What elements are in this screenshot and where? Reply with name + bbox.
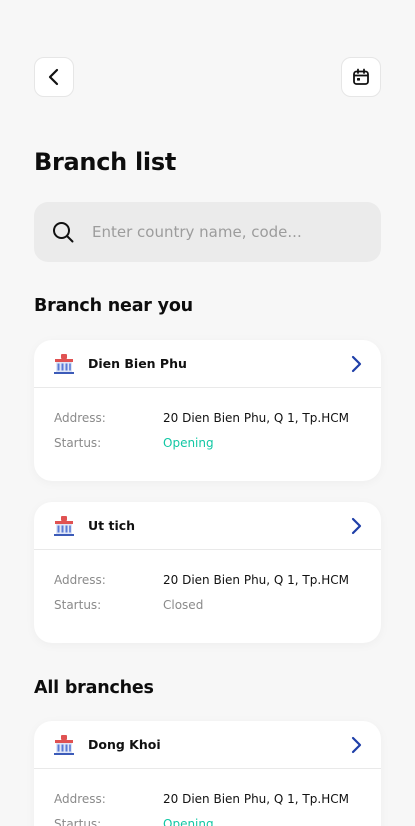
address-value: 20 Dien Bien Phu, Q 1, Tp.HCM xyxy=(163,792,349,807)
address-label: Address: xyxy=(54,792,106,807)
calendar-button[interactable] xyxy=(341,57,381,97)
bank-building-icon xyxy=(53,353,75,375)
page-title: Branch list xyxy=(34,148,176,176)
search-bar[interactable]: Enter country name, code... xyxy=(34,202,381,262)
branch-card[interactable]: Dong Khoi Address: 20 Dien Bien Phu, Q 1… xyxy=(34,721,381,826)
branch-name: Dien Bien Phu xyxy=(88,356,187,371)
chevron-right-icon[interactable] xyxy=(349,355,363,373)
bank-building-icon xyxy=(53,515,75,537)
branch-name: Dong Khoi xyxy=(88,737,161,752)
chevron-left-icon xyxy=(47,68,61,86)
calendar-icon xyxy=(352,68,370,86)
branch-card[interactable]: Ut tich Address: 20 Dien Bien Phu, Q 1, … xyxy=(34,502,381,643)
branch-card-header[interactable]: Dong Khoi xyxy=(34,721,381,769)
section-title-near: Branch near you xyxy=(34,296,193,316)
address-value: 20 Dien Bien Phu, Q 1, Tp.HCM xyxy=(163,573,349,588)
bank-building-icon xyxy=(53,734,75,756)
branch-card-header[interactable]: Ut tich xyxy=(34,502,381,550)
branch-card[interactable]: Dien Bien Phu Address: 20 Dien Bien Phu,… xyxy=(34,340,381,481)
search-icon xyxy=(52,221,74,243)
status-value: Opening xyxy=(163,816,214,826)
status-value: Opening xyxy=(163,435,214,450)
chevron-right-icon[interactable] xyxy=(349,517,363,535)
top-bar xyxy=(34,57,381,97)
chevron-right-icon[interactable] xyxy=(349,736,363,754)
status-label: Startus: xyxy=(54,597,102,612)
status-label: Startus: xyxy=(54,435,102,450)
status-value: Closed xyxy=(163,597,204,612)
back-button[interactable] xyxy=(34,57,74,97)
address-label: Address: xyxy=(54,573,106,588)
search-input[interactable]: Enter country name, code... xyxy=(92,223,302,241)
address-value: 20 Dien Bien Phu, Q 1, Tp.HCM xyxy=(163,411,349,426)
branch-name: Ut tich xyxy=(88,518,136,533)
address-label: Address: xyxy=(54,411,106,426)
branch-card-header[interactable]: Dien Bien Phu xyxy=(34,340,381,388)
status-label: Startus: xyxy=(54,816,102,826)
section-title-all: All branches xyxy=(34,678,154,698)
